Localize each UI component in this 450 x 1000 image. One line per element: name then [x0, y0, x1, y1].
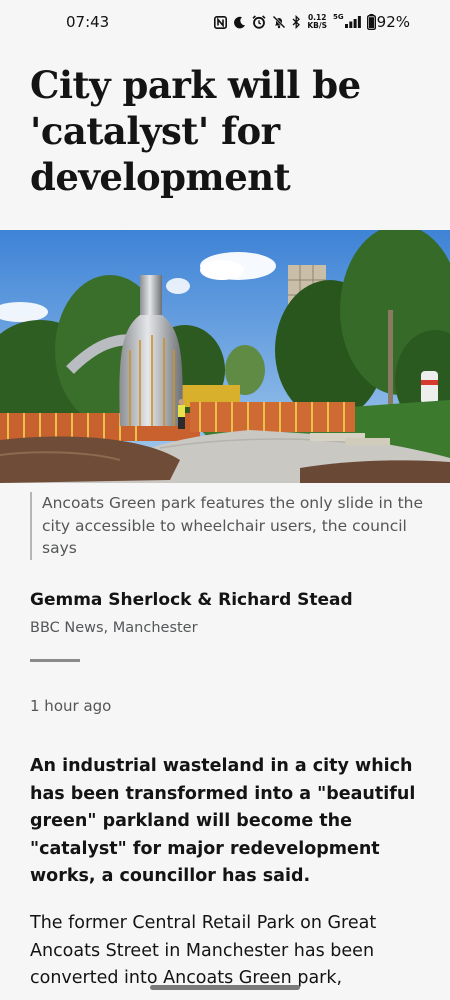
author-names: Gemma Sherlock & Richard Stead — [30, 590, 353, 610]
byline-divider — [30, 659, 80, 662]
status-bar: 07:43 0.12 KB/S 5G 92% — [0, 0, 450, 44]
author-organisation: BBC News, Manchester — [30, 620, 198, 636]
moon-icon — [233, 16, 246, 29]
body-paragraph: The former Central Retail Park on Great … — [30, 910, 425, 993]
bluetooth-icon — [292, 15, 301, 29]
article-headline: City park will be 'catalyst' for develop… — [30, 63, 361, 199]
publish-time: 1 hour ago — [30, 697, 112, 715]
net-speed: 0.12 KB/S — [307, 13, 328, 30]
battery-icon: 92% — [366, 13, 410, 31]
nfc-icon — [214, 15, 228, 29]
signal-icon: 5G — [333, 13, 361, 28]
article-image — [0, 230, 450, 483]
home-indicator[interactable] — [150, 985, 300, 990]
lead-paragraph: An industrial wasteland in a city which … — [30, 756, 416, 886]
status-time: 07:43 — [66, 13, 110, 31]
alarm-icon — [252, 15, 266, 29]
battery-percent: 92% — [376, 13, 410, 31]
image-caption: Ancoats Green park features the only sli… — [30, 492, 427, 560]
byline: Gemma Sherlock & Richard Stead BBC News,… — [30, 590, 353, 636]
headline-section: City park will be 'catalyst' for develop… — [0, 44, 450, 230]
mute-icon — [272, 15, 286, 29]
status-icons: 0.12 KB/S 5G 92% — [214, 13, 410, 31]
